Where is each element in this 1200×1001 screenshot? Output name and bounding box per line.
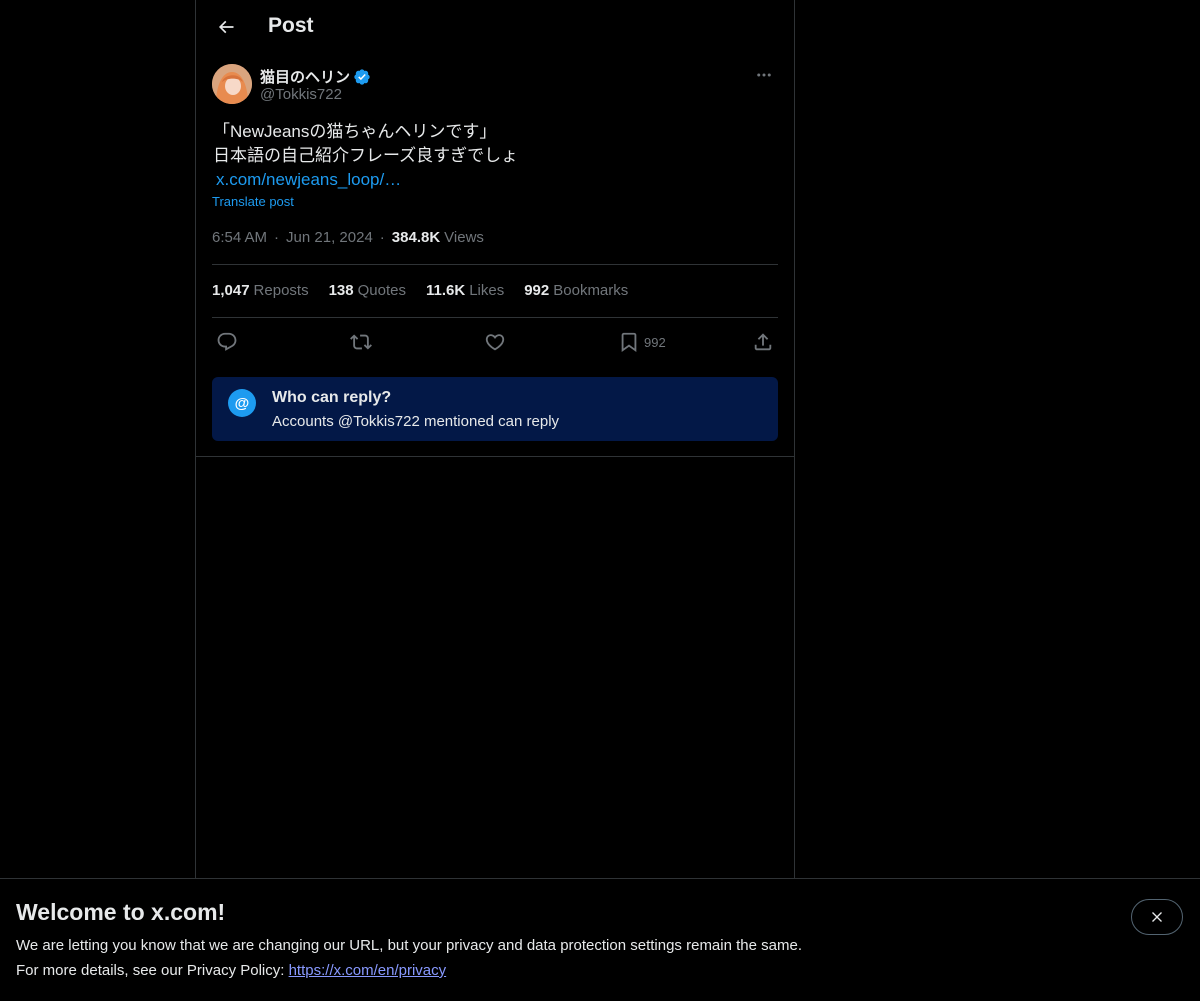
banner-message: We are letting you know that we are chan… [16, 937, 802, 954]
privacy-policy-link[interactable]: https://x.com/en/privacy [289, 962, 447, 979]
tweet-stats: 1,047 Reposts 138 Quotes 11.6K Likes 992 Boo… [212, 282, 648, 299]
at-sign-icon: @ [228, 389, 256, 417]
who-can-reply-box: @ Who can reply? Accounts @Tokkis722 men… [212, 377, 778, 441]
display-name-text: 猫目のヘリン [260, 69, 351, 86]
tweet-text: 「NewJeansの猫ちゃんヘリンです」 日本語の自己紹介フレーズ良すぎでしょ … [213, 120, 779, 192]
main-column: Post 猫目のヘリン @Tokkis722 「NewJeansの猫ちゃんヘリン… [195, 0, 795, 878]
reply-icon [217, 332, 237, 351]
tweet-time[interactable]: 6:54 AM [212, 229, 267, 246]
divider [212, 264, 778, 265]
stat-quotes[interactable]: 138 Quotes [329, 282, 406, 299]
avatar-portrait-icon [212, 64, 252, 104]
like-icon [485, 334, 505, 351]
more-icon [757, 73, 771, 77]
bookmark-button[interactable]: 992 [618, 326, 666, 358]
divider [212, 317, 778, 318]
views-count: 384.8K [391, 229, 441, 246]
reply-button[interactable] [216, 326, 238, 358]
tweet-author: 猫目のヘリン @Tokkis722 [212, 64, 778, 108]
views-label: Views [444, 229, 484, 246]
stat-bookmarks[interactable]: 992 Bookmarks [524, 282, 628, 299]
display-name[interactable]: 猫目のヘリン [260, 66, 371, 87]
back-arrow-icon [218, 20, 234, 34]
top-bar: Post [196, 0, 794, 53]
who-can-reply-title: Who can reply? [272, 389, 392, 406]
banner-close-button[interactable] [1131, 899, 1183, 935]
bookmark-icon [621, 332, 637, 353]
tweet-meta: 6:54 AM · Jun 21, 2024 · 384.8K Views [212, 229, 484, 246]
back-button[interactable] [208, 9, 244, 45]
tweet-date[interactable]: Jun 21, 2024 [286, 229, 373, 246]
tweet-text-line-1: 「NewJeansの猫ちゃんヘリンです」 [213, 122, 497, 141]
verified-badge-icon [353, 68, 371, 86]
who-can-reply-subtitle: Accounts @Tokkis722 mentioned can reply [272, 413, 560, 430]
banner-title: Welcome to x.com! [16, 899, 226, 925]
handle[interactable]: @Tokkis722 [260, 86, 342, 103]
bookmark-count: 992 [644, 334, 666, 350]
page-title: Post [268, 14, 314, 37]
avatar[interactable] [212, 64, 252, 104]
share-button[interactable] [752, 326, 774, 358]
translate-post-link[interactable]: Translate post [212, 194, 294, 209]
meta-separator: · [379, 229, 385, 246]
welcome-banner: Welcome to x.com! We are letting you kno… [0, 878, 1200, 1001]
repost-icon [350, 334, 372, 350]
banner-policy-line: For more details, see our Privacy Policy… [16, 962, 446, 979]
like-button[interactable] [484, 326, 506, 358]
stat-likes[interactable]: 11.6K Likes [426, 282, 504, 299]
divider [196, 456, 794, 457]
action-bar: 992 [212, 326, 778, 358]
close-icon [1152, 912, 1162, 922]
tweet-text-line-2: 日本語の自己紹介フレーズ良すぎでしょ [213, 146, 519, 165]
tweet-link[interactable]: x.com/newjeans_loop/… [216, 170, 401, 189]
meta-separator: · [274, 229, 280, 246]
stat-reposts[interactable]: 1,047 Reposts [212, 282, 309, 299]
repost-button[interactable] [350, 326, 372, 358]
banner-policy-prefix: For more details, see our Privacy Policy… [16, 962, 289, 979]
share-icon [754, 333, 772, 351]
more-button[interactable] [750, 64, 778, 86]
